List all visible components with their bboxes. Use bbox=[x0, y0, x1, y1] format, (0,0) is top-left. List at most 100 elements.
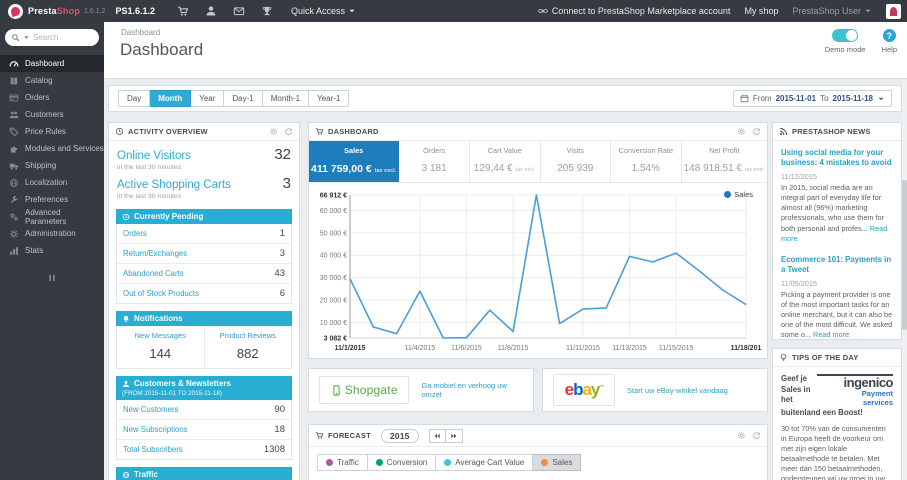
active-carts-label[interactable]: Active Shopping Carts bbox=[117, 179, 231, 191]
kpi-tab-visits[interactable]: Visits 205 939 bbox=[541, 141, 612, 182]
customers-value: 18 bbox=[274, 424, 285, 435]
range-button-day[interactable]: Day bbox=[118, 90, 151, 107]
legend-dot-icon bbox=[724, 191, 732, 198]
range-button-year-1[interactable]: Year-1 bbox=[309, 90, 350, 107]
sidebar-item-catalog[interactable]: Catalog bbox=[0, 72, 104, 89]
cart-icon bbox=[315, 431, 324, 440]
kpi-tab-orders[interactable]: Orders 3 181 bbox=[399, 141, 470, 182]
pause-icon bbox=[47, 273, 57, 283]
kpi-tab-cart-value[interactable]: Cart Value 129,44 € tax excl. bbox=[470, 141, 541, 182]
user-menu[interactable]: PrestaShop User bbox=[792, 6, 872, 16]
refresh-icon[interactable] bbox=[752, 431, 761, 440]
sidebar-item-advanced-parameters[interactable]: Advanced Parameters bbox=[0, 208, 104, 226]
customers-icon bbox=[9, 110, 19, 120]
sidebar-item-shipping[interactable]: Shipping bbox=[0, 157, 104, 174]
range-button-day-1[interactable]: Day-1 bbox=[224, 90, 263, 107]
avatar[interactable] bbox=[886, 3, 901, 19]
notification-cell: New Messages 144 bbox=[117, 326, 204, 368]
kpi-tab-sales[interactable]: Sales 411 759,00 € tax excl. bbox=[309, 141, 400, 182]
scrollbar-thumb[interactable] bbox=[902, 180, 907, 330]
svg-text:50 000 €: 50 000 € bbox=[320, 230, 347, 237]
kpi-label: Sales bbox=[344, 146, 364, 155]
ebay-banner[interactable]: ebay™ Start uw eBay-winkel vandaag bbox=[542, 368, 768, 412]
sidebar-item-administration[interactable]: Administration bbox=[0, 225, 104, 242]
demo-mode-toggle[interactable] bbox=[832, 29, 859, 42]
sidebar-collapse-button[interactable] bbox=[0, 273, 104, 283]
customers-value: 90 bbox=[274, 404, 285, 415]
series-dot-icon bbox=[541, 459, 549, 466]
pending-label[interactable]: Abandoned Carts bbox=[123, 269, 184, 278]
notification-label[interactable]: New Messages bbox=[119, 331, 202, 340]
ebay-link[interactable]: Start uw eBay-winkel vandaag bbox=[627, 386, 728, 395]
refresh-icon[interactable] bbox=[284, 127, 293, 136]
forecast-toggle-sales[interactable]: Sales bbox=[533, 454, 582, 471]
stats-icon bbox=[9, 246, 19, 256]
customers-label[interactable]: Total Subscribers bbox=[123, 445, 183, 454]
sidebar-search[interactable] bbox=[5, 29, 99, 46]
date-range-button[interactable]: From 2015-11-01 To 2015-11-18 bbox=[732, 90, 892, 107]
toggle-label: Conversion bbox=[386, 458, 428, 467]
svg-text:11/4/2015: 11/4/2015 bbox=[405, 345, 436, 352]
sidebar-item-dashboard[interactable]: Dashboard bbox=[0, 55, 104, 72]
forecast-toggle-conversion[interactable]: Conversion bbox=[367, 454, 437, 471]
cog-icon bbox=[9, 229, 19, 239]
notification-label[interactable]: Product Reviews bbox=[207, 331, 290, 340]
search-input[interactable] bbox=[33, 33, 91, 42]
online-visitors-value: 32 bbox=[274, 146, 291, 163]
prestashop-logo-icon bbox=[8, 3, 23, 19]
kpi-tab-conversion-rate[interactable]: Conversion Rate 1.54% bbox=[611, 141, 682, 182]
customers-label[interactable]: New Customers bbox=[123, 405, 178, 414]
notification-value: 882 bbox=[236, 346, 259, 361]
forecast-toggle-traffic[interactable]: Traffic bbox=[317, 454, 368, 471]
pending-label[interactable]: Out of Stock Products bbox=[123, 289, 199, 298]
breadcrumb[interactable]: Dashboard bbox=[121, 28, 160, 37]
previous-year-button[interactable] bbox=[428, 428, 446, 443]
marketplace-link[interactable]: Connect to PrestaShop Marketplace accoun… bbox=[538, 6, 730, 16]
person-icon[interactable] bbox=[205, 5, 217, 17]
help-button[interactable]: ? bbox=[882, 29, 896, 42]
svg-text:66 912 €: 66 912 € bbox=[320, 192, 347, 199]
sidebar-item-localization[interactable]: Localization bbox=[0, 174, 104, 191]
range-button-month[interactable]: Month bbox=[150, 90, 192, 107]
kpi-tab-net-profit[interactable]: Net Profit 148 918,51 € tax excl. bbox=[682, 141, 767, 182]
next-year-button[interactable] bbox=[445, 428, 463, 443]
sidebar-item-customers[interactable]: Customers bbox=[0, 106, 104, 123]
range-button-month-1[interactable]: Month-1 bbox=[262, 90, 310, 107]
sidebar-item-preferences[interactable]: Preferences bbox=[0, 191, 104, 208]
scrollbar-track[interactable] bbox=[902, 80, 907, 480]
globe-icon bbox=[122, 471, 130, 479]
online-visitors-label[interactable]: Online Visitors bbox=[117, 150, 191, 162]
series-dot-icon bbox=[375, 459, 383, 466]
cart-icon[interactable] bbox=[177, 5, 189, 17]
refresh-icon[interactable] bbox=[752, 127, 761, 136]
gear-icon[interactable] bbox=[269, 127, 278, 136]
pending-label[interactable]: Orders bbox=[123, 229, 147, 238]
news-article-title[interactable]: Ecommerce 101: Payments in a Tweet bbox=[781, 255, 893, 275]
sidebar-item-price-rules[interactable]: Price Rules bbox=[0, 123, 104, 140]
sidebar-item-modules-and-services[interactable]: Modules and Services bbox=[0, 140, 104, 157]
quick-access-menu[interactable]: Quick Access bbox=[291, 6, 356, 16]
orders-icon bbox=[9, 93, 19, 103]
kpi-value: 205 939 bbox=[557, 163, 594, 174]
my-shop-link[interactable]: My shop bbox=[744, 6, 778, 16]
kpi-label: Orders bbox=[423, 146, 446, 155]
news-article-title[interactable]: Using social media for your business: 4 … bbox=[781, 148, 893, 168]
read-more-link[interactable]: Read more bbox=[813, 330, 849, 339]
customers-row: Total Subscribers 1308 bbox=[117, 440, 291, 459]
sidebar-item-orders[interactable]: Orders bbox=[0, 89, 104, 106]
customers-label[interactable]: New Subscriptions bbox=[123, 425, 188, 434]
activity-overview-panel: ACTIVITY OVERVIEW Online Visitors 32 in … bbox=[108, 122, 300, 480]
envelope-icon[interactable] bbox=[233, 5, 245, 17]
gear-icon[interactable] bbox=[737, 127, 746, 136]
shopgate-banner[interactable]: Shopgate Ga mobiel en verhoog uw omzet bbox=[308, 368, 534, 412]
trophy-icon[interactable] bbox=[261, 5, 273, 17]
sidebar-item-stats[interactable]: Stats bbox=[0, 242, 104, 259]
prestashop-news-panel: PRESTASHOP NEWS Using social media for y… bbox=[772, 122, 902, 361]
forecast-toggle-average-cart-value[interactable]: Average Cart Value bbox=[436, 454, 534, 471]
pending-label[interactable]: Return/Exchanges bbox=[123, 249, 187, 258]
range-button-year[interactable]: Year bbox=[191, 90, 225, 107]
sidebar-item-label: Dashboard bbox=[25, 59, 65, 68]
date-from-value: 2015-11-01 bbox=[775, 94, 817, 103]
shopgate-link[interactable]: Ga mobiel en verhoog uw omzet bbox=[421, 381, 523, 399]
gear-icon[interactable] bbox=[737, 431, 746, 440]
